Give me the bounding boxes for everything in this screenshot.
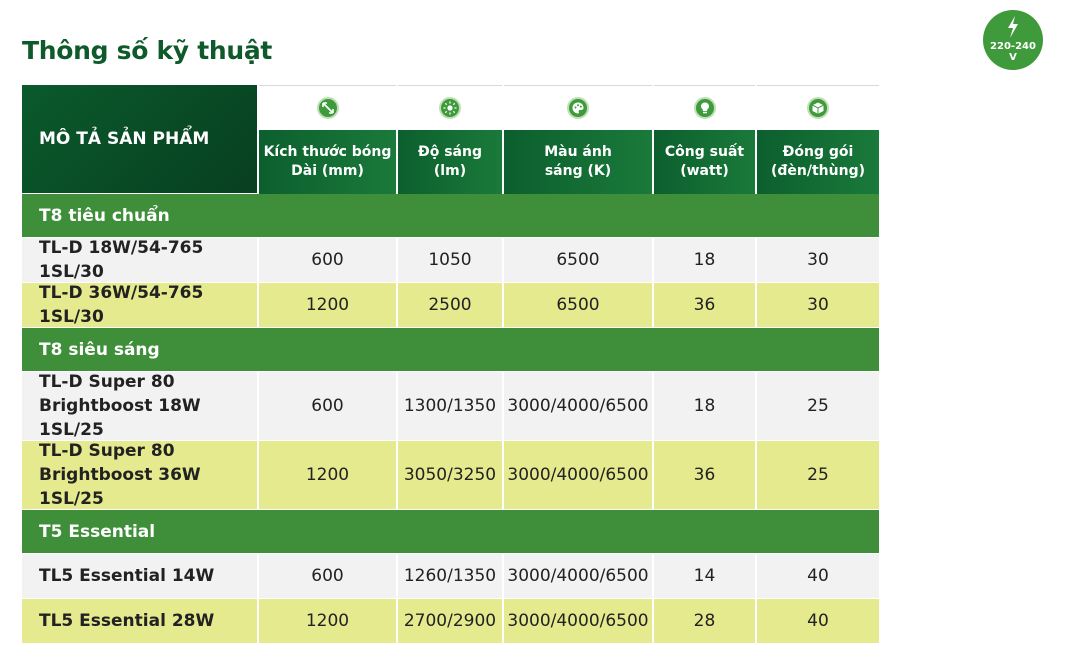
color-temp-value: 3000/4000/6500 <box>502 441 652 509</box>
color-temp-value: 3000/4000/6500 <box>502 372 652 440</box>
packaging-value: 30 <box>755 283 879 327</box>
product-name: TL-D Super 80 Brightboost 36W 1SL/25 <box>39 441 201 509</box>
product-name: TL5 Essential 28W <box>39 611 215 631</box>
color-temp-value: 6500 <box>502 283 652 327</box>
color-temp-value: 6500 <box>502 238 652 282</box>
table-header: MÔ TẢ SẢN PHẨM Kích thước bóng Dài (mm) … <box>22 85 879 194</box>
power-value: 36 <box>652 441 755 509</box>
product-name: TL5 Essential 14W <box>39 566 215 586</box>
column-brightness: Độ sáng (lm) <box>396 85 502 194</box>
length-value: 600 <box>257 238 396 282</box>
table-row: TL-D Super 80 Brightboost 36W 1SL/25 120… <box>22 440 879 509</box>
brightness-value: 1050 <box>396 238 502 282</box>
lightning-bolt-icon <box>1008 16 1018 38</box>
packaging-value: 25 <box>755 441 879 509</box>
package-box-icon <box>807 97 829 119</box>
column-color-temp-label: Màu ánh sáng (K) <box>504 130 652 194</box>
brightness-value: 2500 <box>396 283 502 327</box>
section-header: T5 Essential <box>22 509 879 553</box>
packaging-value: 30 <box>755 238 879 282</box>
column-color-temp: Màu ánh sáng (K) <box>502 85 652 194</box>
length-value: 1200 <box>257 283 396 327</box>
brightness-sun-icon <box>439 97 461 119</box>
length-value: 1200 <box>257 441 396 509</box>
packaging-value: 40 <box>755 599 879 643</box>
power-value: 28 <box>652 599 755 643</box>
brightness-value: 1300/1350 <box>396 372 502 440</box>
power-value: 36 <box>652 283 755 327</box>
color-temp-value: 3000/4000/6500 <box>502 554 652 598</box>
table-row: TL5 Essential 28W 1200 2700/2900 3000/40… <box>22 598 879 643</box>
packaging-value: 25 <box>755 372 879 440</box>
power-value: 18 <box>652 372 755 440</box>
brightness-value: 1260/1350 <box>396 554 502 598</box>
column-power-label: Công suất (watt) <box>654 130 755 194</box>
power-value: 18 <box>652 238 755 282</box>
column-brightness-label: Độ sáng (lm) <box>398 130 502 194</box>
length-value: 600 <box>257 372 396 440</box>
column-packaging: Đóng gói (đèn/thùng) <box>755 85 879 194</box>
product-name: TL-D 36W/54-765 1SL/30 <box>39 283 204 327</box>
table-row: TL5 Essential 14W 600 1260/1350 3000/400… <box>22 553 879 598</box>
brightness-value: 3050/3250 <box>396 441 502 509</box>
color-palette-icon <box>567 97 589 119</box>
packaging-value: 40 <box>755 554 879 598</box>
power-value: 14 <box>652 554 755 598</box>
spec-table: MÔ TẢ SẢN PHẨM Kích thước bóng Dài (mm) … <box>22 85 879 643</box>
column-length: Kích thước bóng Dài (mm) <box>257 85 396 194</box>
section-header: T8 siêu sáng <box>22 327 879 371</box>
product-name: TL-D 18W/54-765 1SL/30 <box>39 238 204 282</box>
column-power: Công suất (watt) <box>652 85 755 194</box>
dimension-arrows-icon <box>316 97 339 119</box>
brightness-value: 2700/2900 <box>396 599 502 643</box>
voltage-badge: 220-240 V <box>983 10 1043 70</box>
column-packaging-label: Đóng gói (đèn/thùng) <box>757 130 879 194</box>
table-row: TL-D 18W/54-765 1SL/30 600 1050 6500 18 … <box>22 237 879 282</box>
voltage-text: 220-240 V <box>990 41 1036 63</box>
light-bulb-icon <box>693 97 716 119</box>
product-name: TL-D Super 80 Brightboost 18W 1SL/25 <box>39 372 201 440</box>
column-length-label: Kích thước bóng Dài (mm) <box>259 130 396 194</box>
page-title: Thông số kỹ thuật <box>22 36 273 65</box>
table-row: TL-D Super 80 Brightboost 18W 1SL/25 600… <box>22 371 879 440</box>
length-value: 1200 <box>257 599 396 643</box>
table-row: TL-D 36W/54-765 1SL/30 1200 2500 6500 36… <box>22 282 879 327</box>
section-header: T8 tiêu chuẩn <box>22 193 879 237</box>
color-temp-value: 3000/4000/6500 <box>502 599 652 643</box>
length-value: 600 <box>257 554 396 598</box>
description-header: MÔ TẢ SẢN PHẨM <box>22 85 257 193</box>
